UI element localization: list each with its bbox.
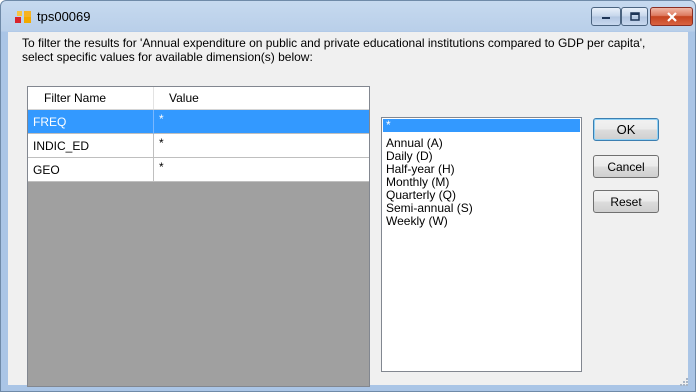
filter-value-cell[interactable]: * [159,136,164,150]
column-header-value[interactable]: Value [169,91,199,105]
list-item[interactable]: Weekly (W) [383,215,580,228]
cell-divider [153,110,154,134]
close-icon [666,11,677,22]
reset-button[interactable]: Reset [593,190,659,213]
maximize-icon [629,12,640,21]
list-item[interactable]: * [383,119,580,132]
column-divider[interactable] [153,87,154,109]
filter-value-cell[interactable]: * [159,160,164,174]
title-bar[interactable]: tps00069 [1,1,695,31]
table-row[interactable]: FREQ * [28,110,369,134]
cell-divider [153,134,154,158]
maximize-button[interactable] [621,7,648,26]
table-row[interactable]: GEO * [28,158,369,182]
grid-header: Filter Name Value [28,87,369,110]
app-icon [15,11,31,23]
instructions-text: To filter the results for 'Annual expend… [22,36,646,64]
window-title: tps00069 [37,9,91,24]
minimize-icon [602,16,610,19]
ok-button[interactable]: OK [593,118,659,141]
resize-grip-icon[interactable] [677,375,689,387]
cell-divider [153,158,154,182]
table-row[interactable]: INDIC_ED * [28,134,369,158]
filter-value-cell[interactable]: * [159,112,164,126]
column-header-filter-name[interactable]: Filter Name [44,91,106,105]
dialog-window: tps00069 To filter the results for 'Annu… [0,0,696,392]
filter-name-cell[interactable]: GEO [33,163,60,177]
cancel-button[interactable]: Cancel [593,155,659,178]
filter-grid[interactable]: Filter Name Value FREQ * INDIC_ED * GEO … [27,86,370,387]
filter-name-cell[interactable]: INDIC_ED [33,139,89,153]
close-button[interactable] [650,7,693,26]
minimize-button[interactable] [591,7,621,26]
values-listbox[interactable]: * Annual (A) Daily (D) Half-year (H) Mon… [381,117,582,372]
filter-name-cell[interactable]: FREQ [33,115,66,129]
